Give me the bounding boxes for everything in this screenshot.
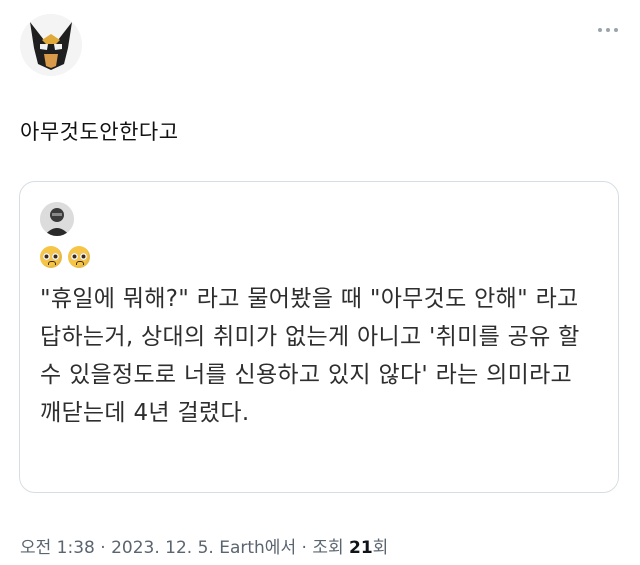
post-time[interactable]: 오전 1:38 — [20, 538, 95, 558]
person-portrait-icon — [40, 202, 74, 236]
quoted-author-avatar[interactable] — [40, 202, 74, 236]
views-count: 21 — [349, 538, 373, 558]
quoted-emoji-row — [40, 246, 90, 268]
quoted-post-card[interactable]: "휴일에 뭐해?" 라고 물어봤을 때 "아무것도 안해" 라고 답하는거, 상… — [19, 181, 619, 493]
pleading-face-emoji — [68, 246, 90, 268]
post-source: Earth에서 — [219, 538, 297, 558]
meta-separator: · — [100, 538, 106, 558]
post-meta: 오전 1:38 · 2023. 12. 5. Earth에서 · 조회 21회 — [20, 533, 388, 558]
post-text: 아무것도안한다고 — [20, 120, 179, 144]
views-label: 조회 — [312, 538, 344, 558]
views-suffix: 회 — [372, 538, 389, 558]
quoted-post-text: "휴일에 뭐해?" 라고 물어봤을 때 "아무것도 안해" 라고 답하는거, 상… — [40, 286, 580, 426]
dot-icon — [598, 28, 602, 32]
pleading-face-emoji — [40, 246, 62, 268]
dot-icon — [614, 28, 618, 32]
author-avatar[interactable] — [20, 14, 82, 76]
post-date[interactable]: 2023. 12. 5. — [111, 538, 214, 558]
dot-icon — [606, 28, 610, 32]
more-options-button[interactable] — [594, 22, 622, 38]
meta-separator: · — [301, 538, 307, 558]
wolverine-mask-icon — [20, 14, 82, 76]
